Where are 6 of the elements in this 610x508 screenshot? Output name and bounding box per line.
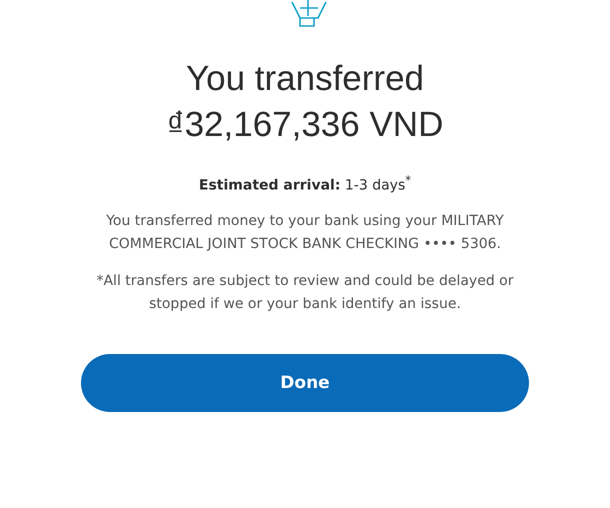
heading-line: ₫32,167,336 VND (166, 104, 444, 146)
heading-line: You transferred (186, 58, 424, 100)
done-button[interactable]: Done (81, 354, 529, 412)
estimated-arrival: Estimated arrival: 1-3 days$^{*}$ (198, 172, 412, 196)
transfer-message: You transferred money to your bank using your MILITARY COMMERCIAL JOINT STOCK BANK CHECKING •••• 5306. (105, 212, 505, 254)
disclaimer-text: *All transfers are subject to review and could be delayed or stopped if we or your bank identify an issue. (95, 272, 514, 314)
